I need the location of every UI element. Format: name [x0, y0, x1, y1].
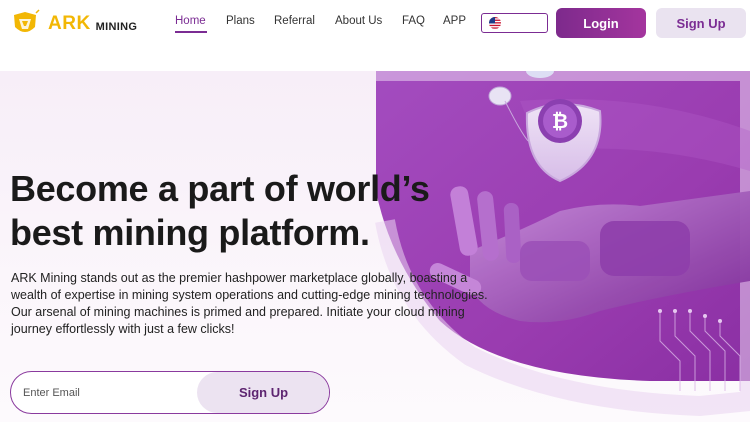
desc-line: wealth of expertise in mining system ope… [11, 288, 488, 302]
email-signup-form: Sign Up [10, 371, 330, 414]
email-input[interactable] [11, 372, 201, 413]
header-signup-button[interactable]: Sign Up [656, 8, 746, 38]
us-flag-icon [489, 17, 501, 29]
headline-line: Become a part of world’s [10, 168, 430, 209]
hero-signup-button[interactable]: Sign Up [197, 372, 329, 413]
site-header: ARK MINING Home Plans Referral About Us … [0, 0, 750, 48]
svg-text:₿: ₿ [552, 111, 568, 133]
language-selector[interactable] [481, 13, 548, 33]
login-button[interactable]: Login [556, 8, 646, 38]
desc-line: ARK Mining stands out as the premier has… [11, 271, 468, 285]
nav-about-us[interactable]: About Us [335, 15, 382, 27]
nav-active-indicator [175, 31, 207, 33]
nav-app[interactable]: APP [443, 15, 466, 27]
desc-line: Our arsenal of mining machines is primed… [11, 305, 465, 319]
logo-text: ARK [48, 13, 91, 34]
hero-headline: Become a part of world’s best mining pla… [10, 167, 480, 255]
nav-home[interactable]: Home [175, 15, 206, 27]
desc-line: journey effortlessly with just a few cli… [11, 322, 235, 336]
headline-line: best mining platform. [10, 212, 370, 253]
ark-logo-icon [14, 9, 40, 32]
nav-faq[interactable]: FAQ [402, 15, 425, 27]
hero-description: ARK Mining stands out as the premier has… [11, 270, 531, 338]
logo-subtext: MINING [95, 20, 138, 33]
nav-referral[interactable]: Referral [274, 15, 315, 27]
nav-plans[interactable]: Plans [226, 15, 255, 27]
hero-section: ₿ Become a part of world’s best mining p… [0, 71, 750, 422]
logo[interactable]: ARK MINING [8, 8, 148, 40]
